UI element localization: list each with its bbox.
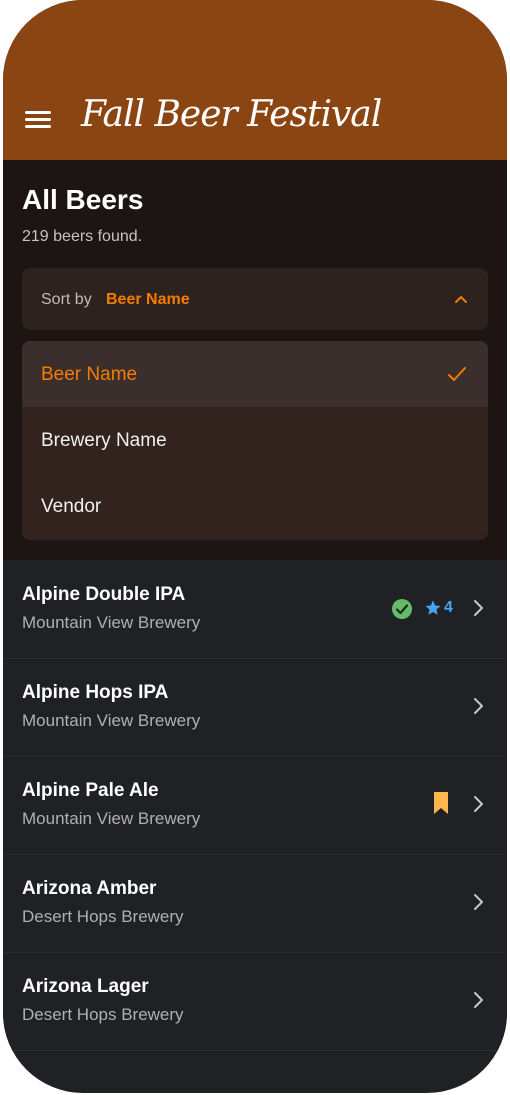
beer-list-item[interactable]: Arizona Lager Desert Hops Brewery xyxy=(3,953,507,1051)
brewery-name: Desert Hops Brewery xyxy=(22,1005,184,1024)
beer-name: Alpine Pale Ale xyxy=(22,780,159,801)
beer-list-item[interactable]: Arizona Amber Desert Hops Brewery xyxy=(3,855,507,953)
result-count: 219 beers found. xyxy=(22,228,143,245)
sort-dropdown[interactable]: Sort by Beer Name xyxy=(22,268,488,330)
brewery-name: Mountain View Brewery xyxy=(22,613,201,632)
beer-list-item[interactable]: Alpine Pale Ale Mountain View Brewery xyxy=(3,757,507,855)
brewery-name: Mountain View Brewery xyxy=(22,711,201,730)
app-title: Fall Beer Festival xyxy=(81,94,382,135)
sort-option-label: Vendor xyxy=(41,496,102,517)
beer-name: Alpine Hops IPA xyxy=(22,682,169,703)
brewery-name: Mountain View Brewery xyxy=(22,809,201,828)
page-title: All Beers xyxy=(22,184,144,215)
sort-label: Sort by xyxy=(41,291,92,308)
chevron-right-icon xyxy=(474,600,483,616)
sort-option-brewery-name[interactable]: Brewery Name xyxy=(22,407,488,473)
sort-option-label: Brewery Name xyxy=(41,430,167,451)
brewery-name: Desert Hops Brewery xyxy=(22,907,184,926)
chevron-right-icon xyxy=(474,698,483,714)
chevron-right-icon xyxy=(474,894,483,910)
app-bar: Fall Beer Festival xyxy=(3,0,507,160)
chevron-right-icon xyxy=(474,992,483,1008)
sort-option-vendor[interactable]: Vendor xyxy=(22,473,488,539)
beer-list-item[interactable]: Alpine Hops IPA Mountain View Brewery xyxy=(3,659,507,757)
beer-name: Alpine Double IPA xyxy=(22,584,186,605)
star-icon xyxy=(425,600,441,615)
sort-selected-value: Beer Name xyxy=(106,291,190,308)
beer-list-item[interactable]: Alpine Double IPA Mountain View Brewery … xyxy=(3,561,507,659)
checked-in-icon xyxy=(392,599,412,619)
chevron-right-icon xyxy=(474,796,483,812)
checkmark-icon xyxy=(448,367,466,381)
sort-option-label: Beer Name xyxy=(41,364,138,385)
sort-options-menu: Beer Name Brewery Name Vendor xyxy=(22,341,488,540)
hamburger-menu-icon[interactable] xyxy=(25,111,51,131)
beer-name: Arizona Amber xyxy=(22,878,157,899)
bookmark-icon xyxy=(434,792,448,814)
sort-option-beer-name[interactable]: Beer Name xyxy=(22,341,488,407)
rating-value: 4 xyxy=(444,599,453,616)
chevron-up-icon xyxy=(455,296,467,303)
phone-screen: Fall Beer Festival All Beers 219 beers f… xyxy=(3,0,507,1093)
beer-name: Arizona Lager xyxy=(22,976,149,997)
